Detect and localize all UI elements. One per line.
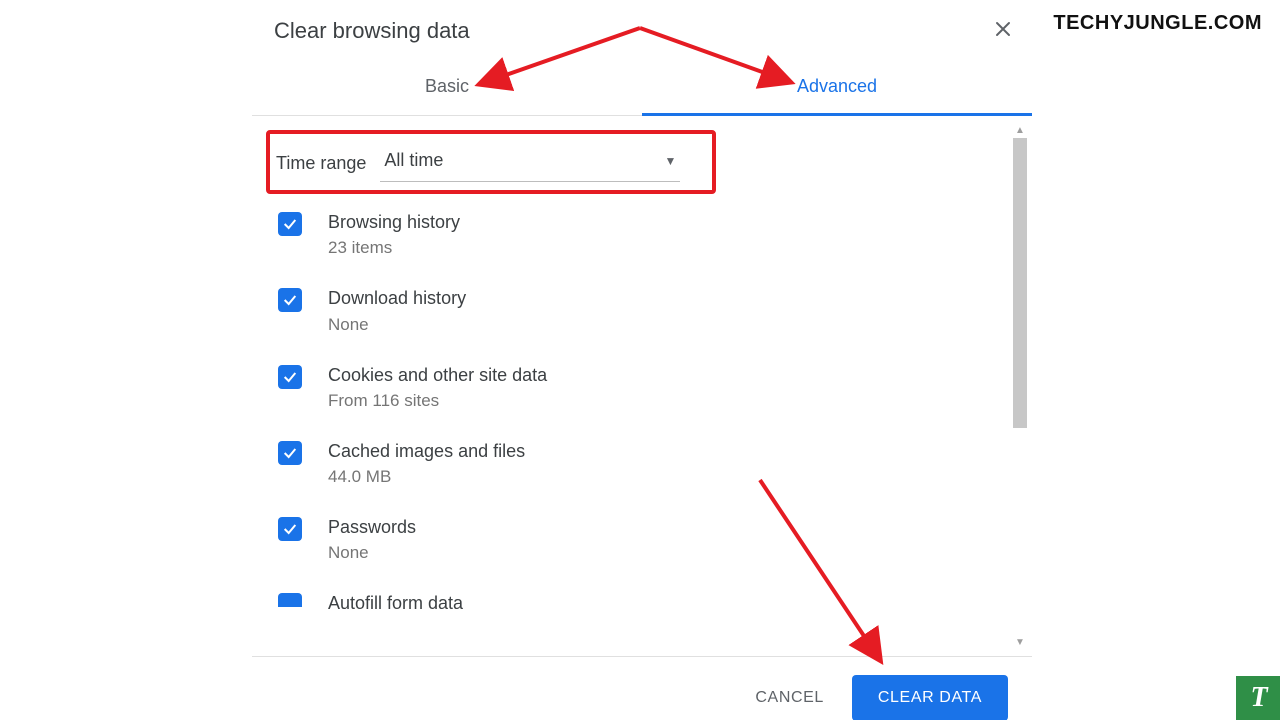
dialog-body: Time range All time ▼ Browsing history 2… (252, 116, 1032, 656)
site-logo-letter: T (1250, 682, 1265, 714)
checkbox-cookies[interactable] (278, 365, 302, 389)
option-browsing-history[interactable]: Browsing history 23 items (274, 200, 1000, 276)
scroll-thumb[interactable] (1013, 138, 1027, 428)
cancel-button[interactable]: CANCEL (737, 677, 842, 719)
option-title: Passwords (328, 515, 416, 539)
tabs: Basic Advanced (252, 54, 1032, 116)
tab-basic[interactable]: Basic (252, 54, 642, 115)
option-title: Cached images and files (328, 439, 525, 463)
clear-data-button[interactable]: CLEAR DATA (852, 675, 1008, 720)
option-subtitle: From 116 sites (328, 391, 547, 411)
checkbox-autofill[interactable] (278, 593, 302, 607)
option-autofill[interactable]: Autofill form data (274, 581, 1000, 615)
clear-browsing-data-dialog: Clear browsing data Basic Advanced Time … (252, 0, 1032, 720)
watermark-text: TECHYJUNGLE.COM (1053, 12, 1262, 35)
option-subtitle: 44.0 MB (328, 467, 525, 487)
option-cookies[interactable]: Cookies and other site data From 116 sit… (274, 353, 1000, 429)
time-range-select[interactable]: All time ▼ (380, 144, 680, 182)
time-range-label: Time range (276, 153, 366, 174)
close-button[interactable] (982, 8, 1024, 50)
dialog-title: Clear browsing data (274, 18, 1004, 44)
checkbox-passwords[interactable] (278, 517, 302, 541)
option-title: Cookies and other site data (328, 363, 547, 387)
option-title: Download history (328, 286, 466, 310)
close-icon (994, 20, 1012, 38)
scroll-down-icon[interactable]: ▼ (1012, 634, 1028, 650)
option-title: Autofill form data (328, 591, 463, 615)
site-logo-badge: T (1236, 676, 1280, 720)
option-download-history[interactable]: Download history None (274, 276, 1000, 352)
option-title: Browsing history (328, 210, 460, 234)
option-subtitle: 23 items (328, 238, 460, 258)
checkbox-download-history[interactable] (278, 288, 302, 312)
time-range-row: Time range All time ▼ (274, 126, 1000, 200)
scroll-up-icon[interactable]: ▲ (1012, 122, 1028, 138)
checkbox-cached[interactable] (278, 441, 302, 465)
time-range-value: All time (384, 150, 443, 171)
tab-advanced[interactable]: Advanced (642, 54, 1032, 115)
scrollbar[interactable]: ▲ ▼ (1012, 122, 1028, 650)
option-passwords[interactable]: Passwords None (274, 505, 1000, 581)
option-subtitle: None (328, 543, 416, 563)
checkbox-browsing-history[interactable] (278, 212, 302, 236)
option-subtitle: None (328, 315, 466, 335)
option-cached[interactable]: Cached images and files 44.0 MB (274, 429, 1000, 505)
chevron-down-icon: ▼ (664, 154, 676, 168)
scroll-track[interactable] (1012, 138, 1028, 634)
